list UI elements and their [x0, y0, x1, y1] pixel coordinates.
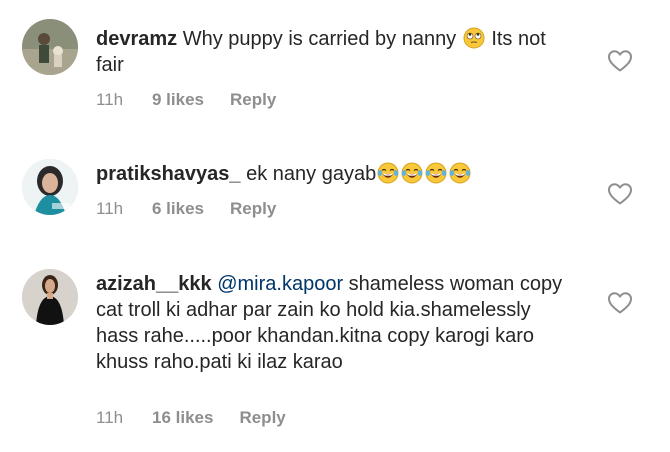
avatar[interactable]	[22, 19, 78, 75]
comment-meta: 11h 16 likes Reply	[96, 408, 286, 428]
heart-outline-icon[interactable]	[607, 291, 633, 315]
comment-time: 11h	[96, 199, 124, 218]
comment-likes[interactable]: 16 likes	[152, 408, 213, 428]
comment-likes[interactable]: 6 likes	[152, 199, 204, 219]
heart-outline-icon[interactable]	[607, 49, 633, 73]
comment-text: pratikshavyas_ ek nany gayab	[96, 161, 576, 187]
comment-username[interactable]: pratikshavyas_	[96, 163, 241, 185]
comment-time: 11h	[96, 90, 124, 109]
mention-link[interactable]: @mira.kapoor	[217, 273, 343, 295]
comment-username[interactable]: azizah__kkk	[96, 273, 212, 295]
face-with-tears-of-joy-emoji	[401, 162, 423, 184]
comment-body: Why puppy is carried by nanny	[182, 28, 457, 50]
reply-button[interactable]: Reply	[239, 408, 285, 428]
comment-meta: 11h 6 likes Reply	[96, 199, 276, 219]
avatar[interactable]	[22, 159, 78, 215]
face-with-tears-of-joy-emoji	[425, 162, 447, 184]
comment-text: azizah__kkk @mira.kapoor shameless woman…	[96, 271, 566, 375]
avatar[interactable]	[22, 269, 78, 325]
heart-outline-icon[interactable]	[607, 182, 633, 206]
reply-button[interactable]: Reply	[230, 90, 276, 110]
comment-body: ek nany gayab	[246, 163, 377, 185]
comment-username[interactable]: devramz	[96, 28, 177, 50]
comment-time: 11h	[96, 408, 124, 427]
rolling-eyes-emoji	[463, 27, 485, 49]
reply-button[interactable]: Reply	[230, 199, 276, 219]
face-with-tears-of-joy-emoji	[449, 162, 471, 184]
comment-meta: 11h 9 likes Reply	[96, 90, 276, 110]
comment-text: devramz Why puppy is carried by nanny It…	[96, 26, 576, 78]
face-with-tears-of-joy-emoji	[377, 162, 399, 184]
comment-likes[interactable]: 9 likes	[152, 90, 204, 110]
